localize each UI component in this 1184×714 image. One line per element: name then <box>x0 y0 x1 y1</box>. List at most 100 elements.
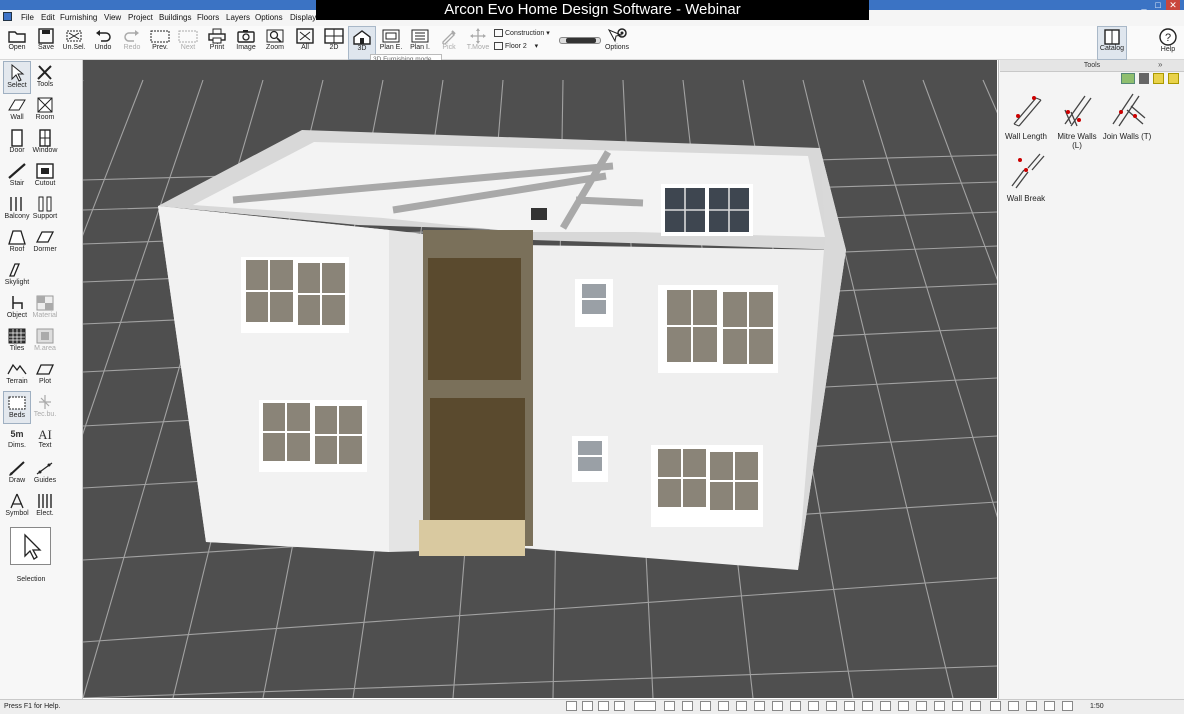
mode-2d-button[interactable]: 2D <box>320 26 348 60</box>
wall-icon <box>8 99 26 111</box>
catalog-button[interactable]: Catalog <box>1097 26 1127 60</box>
3d-viewport[interactable] <box>83 60 997 698</box>
ortho-icon[interactable] <box>634 701 656 711</box>
construction-dropdown[interactable]: Construction ▾ <box>494 29 556 39</box>
object-tool[interactable]: Object <box>3 292 31 325</box>
menu-edit[interactable]: Edit <box>41 13 55 22</box>
unselect-button[interactable]: Un.Sel. <box>60 26 88 60</box>
image-button[interactable]: Image <box>232 26 260 60</box>
object-snap-icon[interactable] <box>614 701 625 711</box>
elect-tool[interactable]: Elect. <box>31 490 59 523</box>
terrain-tool[interactable]: Terrain <box>3 358 31 391</box>
symbol-tool[interactable]: Symbol <box>3 490 31 523</box>
cutout-tool[interactable]: Cutout <box>31 160 59 193</box>
menu-furnishing[interactable]: Furnishing <box>60 13 97 22</box>
text-tool[interactable]: AI Text <box>31 424 59 457</box>
lock-status-icon[interactable] <box>754 701 765 711</box>
help-button[interactable]: ? Help <box>1154 26 1182 60</box>
panel-collapse-icon[interactable]: » <box>1158 60 1162 69</box>
window-tool[interactable]: Window <box>31 127 59 160</box>
tiles-tool[interactable]: Tiles <box>3 325 31 358</box>
door-tool[interactable]: Door <box>3 127 31 160</box>
options-button[interactable]: Options <box>603 26 631 60</box>
beds-tool[interactable]: Beds <box>3 391 31 424</box>
minimize-button[interactable]: _ <box>1137 0 1151 10</box>
text-status-icon[interactable] <box>736 701 747 711</box>
m-area-tool[interactable]: M.area <box>31 325 59 358</box>
settings-status-icon[interactable] <box>970 701 981 711</box>
hatch-icon[interactable] <box>772 701 783 711</box>
folder-icon[interactable] <box>1153 73 1164 84</box>
dims-tool[interactable]: 5m Dims. <box>3 424 31 457</box>
wall-status-icon[interactable] <box>808 701 819 711</box>
floor-dropdown[interactable]: Floor 2 ▾ <box>494 42 556 52</box>
wall-tool[interactable]: Wall <box>3 94 31 127</box>
scale-readout[interactable]: 1:50 <box>1090 703 1104 710</box>
draw-tool[interactable]: Draw <box>3 457 31 490</box>
open-button[interactable]: Open <box>3 26 31 60</box>
export-status-icon[interactable] <box>1044 701 1055 711</box>
folder-up-icon[interactable] <box>1168 73 1179 84</box>
support-tool[interactable]: Support <box>31 193 59 226</box>
menu-buildings[interactable]: Buildings <box>159 13 191 22</box>
beds-icon <box>8 396 26 410</box>
select-tool[interactable]: Select <box>3 61 31 94</box>
snap-icon[interactable] <box>566 701 577 711</box>
close-button[interactable]: ✕ <box>1166 0 1180 10</box>
layer-icon[interactable] <box>664 701 675 711</box>
zoom-status-icon[interactable] <box>1008 701 1019 711</box>
room-status-icon[interactable] <box>826 701 837 711</box>
wall-length-tool[interactable]: Wall Length <box>1001 90 1051 141</box>
tec-bu-tool[interactable]: Tec.bu. <box>31 391 59 424</box>
previous-view-button[interactable]: Prev. <box>146 26 174 60</box>
stair-status-icon[interactable] <box>844 701 855 711</box>
grid-icon[interactable] <box>582 701 593 711</box>
menu-floors[interactable]: Floors <box>197 13 219 22</box>
mitre-walls-tool[interactable]: Mitre Walls (L) <box>1052 90 1102 150</box>
menu-view[interactable]: View <box>104 13 121 22</box>
guides-tool[interactable]: Guides <box>31 457 59 490</box>
floor-status-icon[interactable] <box>790 701 801 711</box>
material-tool[interactable]: Material <box>31 292 59 325</box>
angle-icon[interactable] <box>700 701 711 711</box>
detail-slider[interactable] <box>559 37 601 44</box>
electric-status-icon[interactable] <box>916 701 927 711</box>
dormer-tool[interactable]: Dormer <box>31 226 59 259</box>
wall-break-tool[interactable]: Wall Break <box>1001 152 1051 203</box>
balcony-tool[interactable]: Balcony <box>3 193 31 226</box>
line-icon[interactable] <box>598 701 609 711</box>
roof-status-icon[interactable] <box>862 701 873 711</box>
stair-tool[interactable]: Stair <box>3 160 31 193</box>
tree-view-icon[interactable] <box>1121 73 1135 84</box>
measure-icon[interactable] <box>682 701 693 711</box>
menu-file[interactable]: File <box>21 13 34 22</box>
menu-project[interactable]: Project <box>128 13 153 22</box>
print-status-icon[interactable] <box>1026 701 1037 711</box>
undo-button[interactable]: Undo <box>89 26 117 60</box>
lock-icon[interactable] <box>1062 701 1073 711</box>
redo-button[interactable]: Redo <box>118 26 146 60</box>
menu-layers[interactable]: Layers <box>226 13 250 22</box>
zoom-button[interactable]: Zoom <box>261 26 289 60</box>
tools-tool[interactable]: Tools <box>31 61 59 94</box>
dim-status-icon[interactable] <box>880 701 891 711</box>
t-move-button[interactable]: T.Move <box>464 26 492 60</box>
menu-options[interactable]: Options <box>255 13 283 22</box>
plot-status-icon[interactable] <box>952 701 963 711</box>
terrain-status-icon[interactable] <box>934 701 945 711</box>
symbol-status-icon[interactable] <box>898 701 909 711</box>
plot-tool[interactable]: Plot <box>31 358 59 391</box>
menu-display[interactable]: Display <box>290 13 316 22</box>
roof-tool[interactable]: Roof <box>3 226 31 259</box>
maximize-button[interactable]: □ <box>1151 0 1165 10</box>
list-view-icon[interactable] <box>1139 73 1149 84</box>
view-status-icon[interactable] <box>990 701 1001 711</box>
room-tool[interactable]: Room <box>31 94 59 127</box>
camera-status-icon[interactable] <box>718 701 729 711</box>
print-button[interactable]: Print <box>203 26 231 60</box>
save-button[interactable]: Save <box>32 26 60 60</box>
join-walls-tool[interactable]: Join Walls (T) <box>1102 90 1152 141</box>
next-view-button[interactable]: Next <box>174 26 202 60</box>
zoom-all-button[interactable]: All <box>291 26 319 60</box>
skylight-tool[interactable]: Skylight <box>3 259 31 292</box>
